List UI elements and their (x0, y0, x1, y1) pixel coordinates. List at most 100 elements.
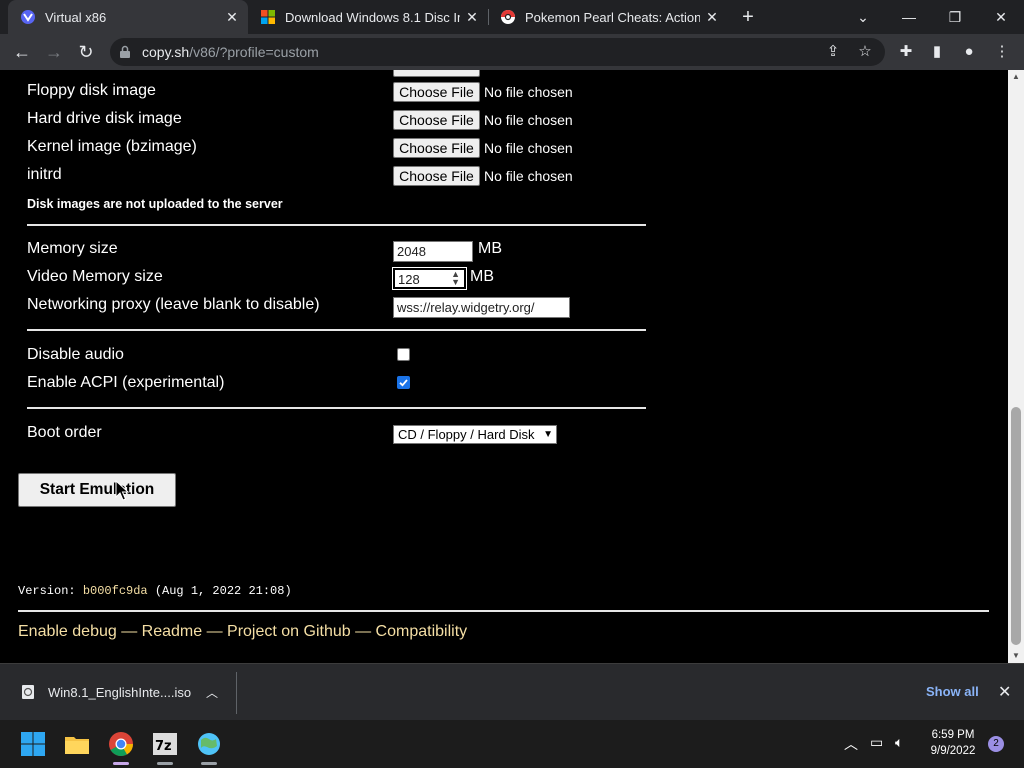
tab-title: Pokemon Pearl Cheats: Action Re (525, 9, 700, 25)
footer-divider (18, 610, 989, 612)
chrome-icon[interactable] (107, 730, 135, 758)
footer-links: Enable debug — Readme — Project on Githu… (18, 623, 467, 641)
initrd-file-input[interactable]: Choose File No file chosen (393, 166, 573, 186)
mouse-cursor-icon (115, 480, 129, 501)
file-input-hidden-row (393, 70, 480, 77)
tab-download-windows[interactable]: Download Windows 8.1 Disc Ima ✕ (248, 0, 488, 34)
video-memory-value: 128 (398, 272, 420, 287)
url-text: copy.sh/v86/?profile=custom (142, 44, 319, 60)
system-clock[interactable]: 6:59 PM 9/9/2022 (920, 727, 986, 759)
acpi-checkbox[interactable] (397, 376, 410, 389)
choose-file-button[interactable]: Choose File (393, 110, 480, 130)
page-content: Floppy disk image Choose File No file ch… (0, 70, 1008, 663)
clock-time: 6:59 PM (931, 729, 975, 741)
choose-file-button[interactable]: Choose File (393, 138, 480, 158)
proxy-input[interactable]: wss://relay.widgetry.org/ (393, 297, 570, 318)
url-path: /v86/?profile=custom (189, 44, 319, 60)
scroll-thumb[interactable] (1011, 407, 1021, 645)
video-memory-unit: MB (470, 268, 494, 285)
file-explorer-icon[interactable] (63, 730, 91, 758)
memory-unit: MB (478, 240, 502, 257)
tab-strip: Virtual x86 ✕ Download Windows 8.1 Disc … (0, 0, 1024, 34)
proxy-label: Networking proxy (leave blank to disable… (27, 296, 320, 313)
active-app-indicator (113, 762, 129, 765)
network-icon[interactable]: ▭ (870, 734, 883, 751)
profile-icon[interactable]: ● (960, 43, 978, 61)
windows-start-icon[interactable] (19, 730, 47, 758)
hard-drive-file-input[interactable]: Choose File No file chosen (393, 110, 573, 130)
share-icon[interactable]: ⇪ (824, 43, 842, 61)
svg-text:7z: 7z (155, 739, 172, 754)
kernel-label: Kernel image (bzimage) (27, 138, 197, 155)
chevron-up-icon[interactable]: ︿ (206, 684, 218, 701)
readme-link[interactable]: Readme (142, 623, 202, 640)
running-app-indicator (201, 762, 217, 765)
minimize-icon[interactable]: — (886, 0, 932, 34)
menu-kebab-icon[interactable]: ⋮ (993, 43, 1011, 61)
7zip-icon[interactable]: 7z (151, 730, 179, 758)
notification-badge[interactable]: 2 (988, 736, 1004, 752)
star-icon[interactable]: ☆ (856, 43, 874, 61)
restore-icon[interactable]: ❐ (932, 0, 978, 34)
globe-app-icon[interactable] (195, 730, 223, 758)
clock-date: 9/9/2022 (930, 745, 976, 757)
close-icon[interactable]: ✕ (464, 9, 480, 25)
lock-icon (120, 45, 130, 58)
version-date: (Aug 1, 2022 21:08) (147, 584, 292, 598)
choose-file-button[interactable]: Choose File (393, 166, 480, 186)
compatibility-link[interactable]: Compatibility (376, 623, 468, 640)
disable-audio-checkbox[interactable] (397, 348, 410, 361)
acpi-label: Enable ACPI (experimental) (27, 374, 225, 391)
side-panel-icon[interactable]: ▮ (928, 43, 946, 61)
scroll-down-icon[interactable]: ▼ (1008, 649, 1024, 663)
github-link[interactable]: Project on Github (227, 623, 351, 640)
start-emulation-button[interactable]: Start Emulation (18, 473, 176, 507)
download-item[interactable]: Win8.1_EnglishInte....iso (20, 684, 191, 700)
show-all-button[interactable]: Show all (926, 684, 979, 699)
volume-icon[interactable]: 🔈︎ (895, 734, 903, 751)
choose-file-button[interactable]: Choose File (393, 82, 480, 102)
tab-title: Download Windows 8.1 Disc Ima (285, 9, 460, 25)
forward-arrow-icon[interactable]: → (42, 40, 66, 64)
download-bar: Win8.1_EnglishInte....iso ︿ Show all ✕ (0, 663, 1024, 720)
disable-audio-label: Disable audio (27, 346, 124, 363)
file-status: No file chosen (484, 112, 573, 128)
choose-file-button[interactable] (393, 70, 480, 77)
link-separator: — (350, 623, 376, 640)
new-tab-icon[interactable]: + (739, 7, 757, 27)
windows-taskbar: 7z ︿ ▭ 🔈︎ 6:59 PM 9/9/2022 2 (0, 720, 1024, 768)
memory-size-input[interactable]: 2048 (393, 241, 473, 262)
initrd-label: initrd (27, 166, 62, 183)
enable-debug-link[interactable]: Enable debug (18, 623, 117, 640)
tab-virtual-x86[interactable]: Virtual x86 ✕ (8, 0, 248, 34)
close-icon[interactable]: ✕ (998, 682, 1011, 702)
close-icon[interactable]: ✕ (704, 9, 720, 25)
checkmark-icon (399, 379, 408, 387)
boot-order-select[interactable]: CD / Floppy / Hard Disk ▼ (393, 425, 557, 444)
kernel-file-input[interactable]: Choose File No file chosen (393, 138, 573, 158)
boot-order-label: Boot order (27, 424, 102, 441)
page-scrollbar[interactable]: ▲ ▼ (1008, 70, 1024, 663)
floppy-label: Floppy disk image (27, 82, 156, 99)
divider (27, 329, 646, 331)
pokeball-icon (501, 10, 515, 24)
back-arrow-icon[interactable]: ← (10, 40, 34, 64)
boot-order-value: CD / Floppy / Hard Disk (398, 427, 535, 442)
scroll-up-icon[interactable]: ▲ (1008, 70, 1024, 84)
file-status: No file chosen (484, 84, 573, 100)
tab-pokemon-cheats[interactable]: Pokemon Pearl Cheats: Action Re ✕ (488, 0, 728, 34)
video-memory-input[interactable]: 128 ▲ ▼ (392, 267, 467, 290)
window-close-icon[interactable]: ✕ (978, 0, 1024, 34)
close-icon[interactable]: ✕ (224, 9, 240, 25)
divider (27, 224, 646, 226)
version-hash-link[interactable]: b000fc9da (83, 584, 148, 598)
tab-title: Virtual x86 (45, 9, 107, 25)
address-bar[interactable]: copy.sh/v86/?profile=custom ⇪ ☆ (110, 38, 885, 66)
spinner-arrows-icon[interactable]: ▲ ▼ (451, 270, 460, 287)
floppy-file-input[interactable]: Choose File No file chosen (393, 82, 573, 102)
chevron-up-icon[interactable]: ︿ (844, 734, 858, 754)
file-status: No file chosen (484, 168, 573, 184)
tab-search-chevron-icon[interactable]: ⌄ (840, 0, 886, 34)
reload-icon[interactable]: ↻ (74, 40, 98, 64)
extensions-puzzle-icon[interactable]: ✚ (897, 43, 915, 61)
